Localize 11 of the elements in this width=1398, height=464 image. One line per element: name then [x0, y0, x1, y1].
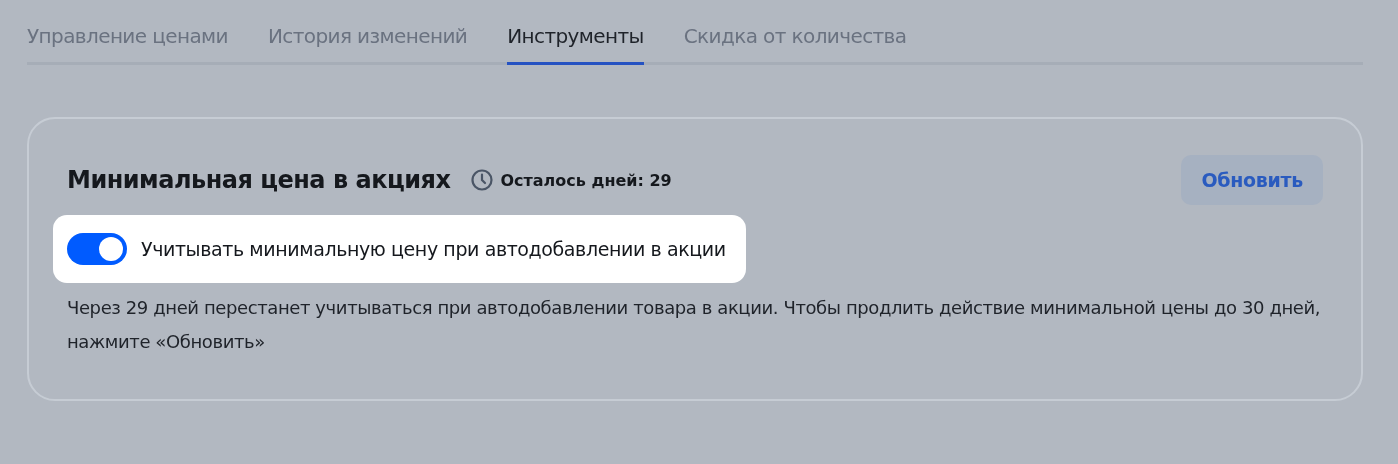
- toggle-label: Учитывать минимальную цену при автодобавлении в акции: [141, 238, 726, 260]
- tab[interactable]: История изменений: [267, 18, 468, 65]
- tab[interactable]: Управление ценами: [27, 18, 228, 65]
- tab[interactable]: Скидка от количества: [683, 18, 907, 65]
- clock-icon: [470, 168, 495, 192]
- description-text: Через 29 дней перестанет учитываться при автодобавлении товара в акции. Чтобы продлить действие минимальной цены до 30 дней, нажмите «Обновить»: [67, 296, 1322, 354]
- card-title: Минимальная цена в акциях: [67, 166, 451, 194]
- toggle-switch[interactable]: [67, 233, 127, 265]
- tab[interactable]: Инструменты: [507, 18, 644, 65]
- refresh-button[interactable]: Обновить: [1181, 155, 1323, 205]
- days-left-label: Осталось дней: 29: [500, 170, 672, 190]
